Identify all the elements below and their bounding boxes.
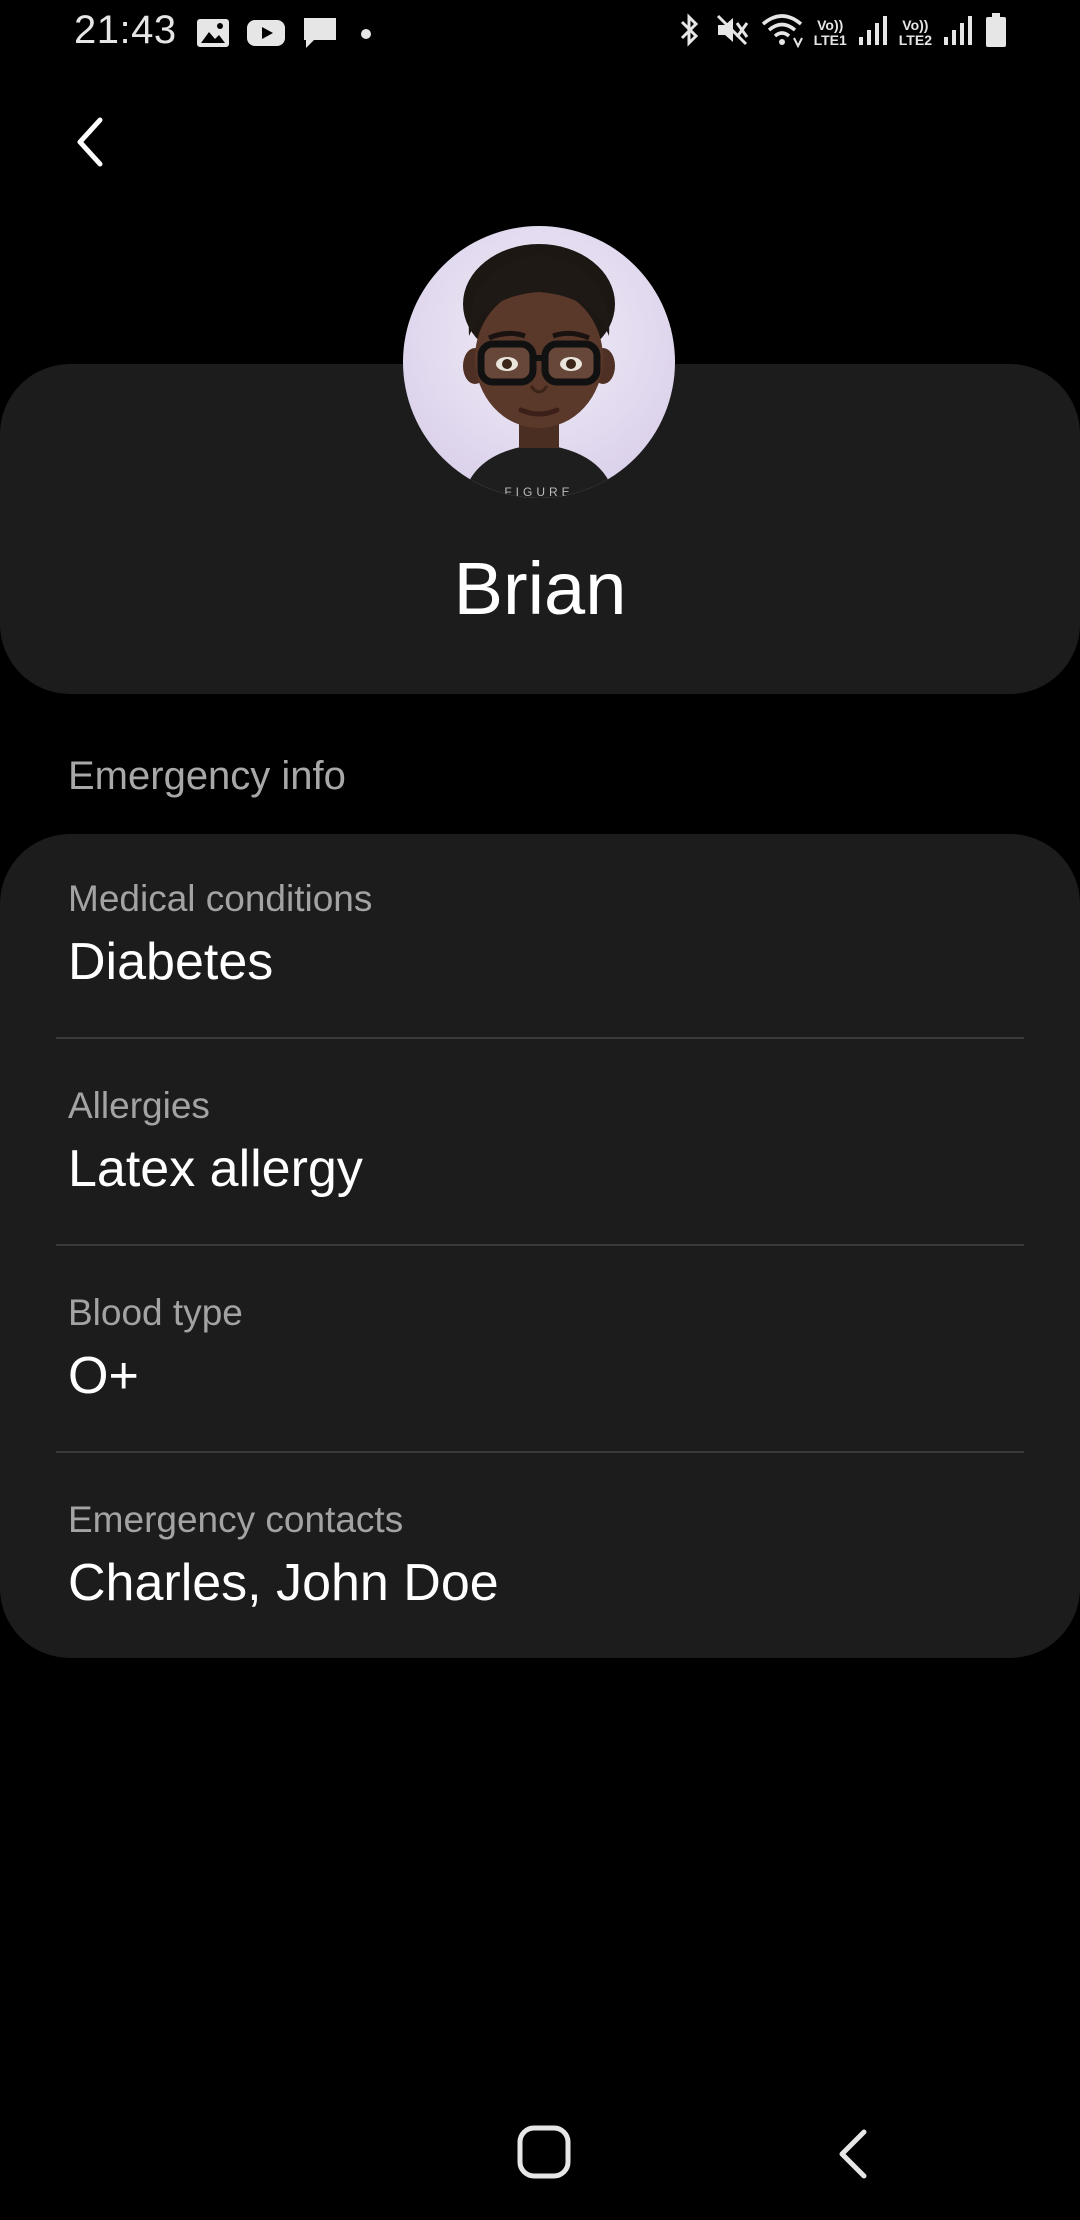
dot-icon (354, 18, 378, 53)
sim1-lte-text: LTE1 (813, 31, 847, 48)
sim1-volte-text: Vo)) (817, 16, 844, 33)
emergency-profile-screen: 21:43 Vo)) LTE1 Vo)) LTE2 FIGURE Brian E… (0, 0, 1080, 2220)
notification-icons (196, 16, 378, 55)
nav-home-button[interactable] (516, 2124, 572, 2180)
emergency-info-card: Medical conditions Diabetes Allergies La… (0, 834, 1080, 1658)
back-chevron-icon (839, 2129, 867, 2179)
divider (56, 1037, 1024, 1039)
sim2-network-label: Vo)) LTE2 (898, 16, 932, 48)
item-value: Diabetes (68, 933, 274, 991)
battery-icon (984, 12, 1008, 53)
message-icon (302, 16, 338, 55)
item-value: Latex allergy (68, 1140, 363, 1198)
item-label: Emergency contacts (68, 1499, 404, 1540)
item-value: Charles, John Doe (68, 1554, 499, 1612)
item-label: Allergies (68, 1085, 210, 1126)
section-header-emergency-info: Emergency info (68, 754, 346, 798)
item-value: O+ (68, 1347, 139, 1405)
sim1-network-label: Vo)) LTE1 (813, 16, 847, 48)
item-label: Medical conditions (68, 878, 373, 919)
system-icons: Vo)) LTE1 Vo)) LTE2 (674, 12, 1008, 53)
status-time: 21:43 (74, 8, 177, 52)
chevron-left-icon (77, 117, 103, 167)
sim2-lte-text: LTE2 (898, 31, 932, 48)
list-item-emergency-contacts[interactable]: Emergency contacts Charles, John Doe (0, 1455, 1080, 1661)
signal-sim1-icon (857, 13, 889, 52)
home-square-icon (517, 2125, 571, 2179)
sim2-volte-text: Vo)) (902, 16, 929, 33)
divider (56, 1451, 1024, 1453)
divider (56, 1244, 1024, 1246)
bluetooth-icon (674, 12, 704, 53)
status-bar: 21:43 Vo)) LTE1 Vo)) LTE2 (0, 0, 1080, 68)
profile-name: Brian (453, 547, 627, 630)
list-item-medical-conditions[interactable]: Medical conditions Diabetes (0, 834, 1080, 1040)
avatar-emoji: FIGURE (463, 244, 615, 498)
list-item-allergies[interactable]: Allergies Latex allergy (0, 1041, 1080, 1247)
youtube-icon (246, 18, 286, 53)
item-label: Blood type (68, 1292, 243, 1333)
nav-back-button[interactable] (828, 2126, 880, 2182)
mute-icon (714, 12, 750, 53)
wifi-icon (760, 12, 804, 53)
signal-sim2-icon (942, 13, 974, 52)
gallery-icon (196, 18, 230, 53)
list-item-blood-type[interactable]: Blood type O+ (0, 1248, 1080, 1454)
back-button[interactable] (58, 110, 122, 174)
avatar[interactable]: FIGURE (403, 226, 675, 498)
